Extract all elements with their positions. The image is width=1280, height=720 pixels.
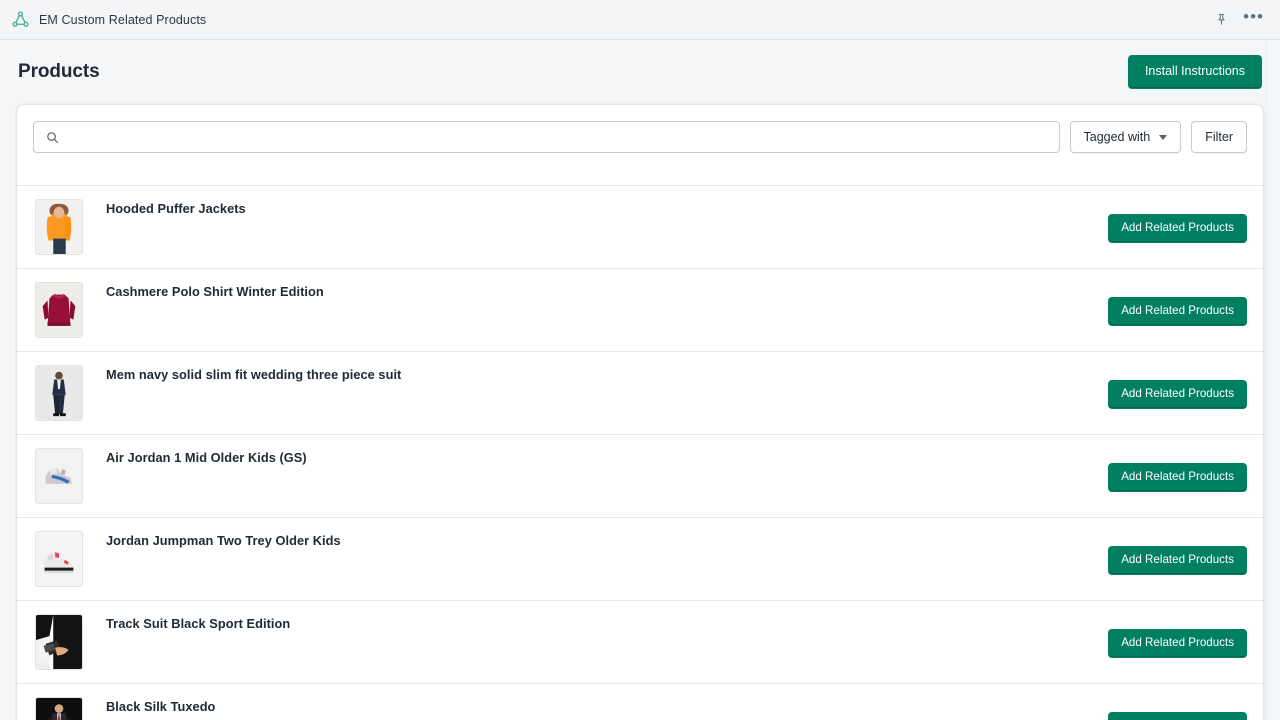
product-thumbnail: [35, 531, 83, 587]
product-name: Jordan Jumpman Two Trey Older Kids: [106, 533, 341, 548]
add-related-products-button[interactable]: Add Related Products: [1108, 463, 1247, 492]
filter-row: Tagged with Filter: [33, 121, 1247, 153]
product-thumbnail: [35, 448, 83, 504]
app-top-bar: EM Custom Related Products •••: [0, 0, 1280, 40]
table-row[interactable]: Black Silk Tuxedo Add Related Products: [17, 683, 1263, 720]
table-row[interactable]: Mem navy solid slim fit wedding three pi…: [17, 351, 1263, 434]
app-title: EM Custom Related Products: [39, 12, 207, 27]
table-row[interactable]: Hooded Puffer Jackets Add Related Produc…: [17, 185, 1263, 268]
table-row[interactable]: Air Jordan 1 Mid Older Kids (GS) Add Rel…: [17, 434, 1263, 517]
search-input[interactable]: [60, 122, 1049, 152]
product-name: Cashmere Polo Shirt Winter Edition: [106, 284, 324, 299]
product-name: Track Suit Black Sport Edition: [106, 616, 291, 631]
product-thumbnail: [35, 697, 83, 720]
add-related-products-button[interactable]: Add Related Products: [1108, 712, 1247, 720]
pin-icon[interactable]: [1214, 12, 1229, 27]
add-related-products-button[interactable]: Add Related Products: [1108, 380, 1247, 409]
table-row[interactable]: Cashmere Polo Shirt Winter Edition Add R…: [17, 268, 1263, 351]
row-action: Add Related Products: [1108, 626, 1247, 658]
page-title: Products: [18, 61, 100, 82]
product-thumbnail: [35, 199, 83, 255]
product-name: Black Silk Tuxedo: [106, 699, 216, 714]
install-instructions-button[interactable]: Install Instructions: [1127, 55, 1262, 89]
product-list: Hooded Puffer Jackets Add Related Produc…: [17, 185, 1263, 720]
search-field[interactable]: [33, 121, 1060, 153]
row-action: Add Related Products: [1108, 211, 1247, 243]
page-header-actions: Install Instructions: [1127, 55, 1262, 89]
row-action: Add Related Products: [1108, 709, 1247, 720]
chevron-down-icon: [1159, 134, 1168, 140]
product-name: Hooded Puffer Jackets: [106, 201, 246, 216]
add-related-products-button[interactable]: Add Related Products: [1108, 214, 1247, 243]
network-graph-icon: [10, 10, 30, 30]
products-card: Tagged with Filter Hooded Puffer Jackets…: [16, 104, 1264, 720]
product-name: Air Jordan 1 Mid Older Kids (GS): [106, 450, 307, 465]
page-container: Products Install Instructions Tagged wit…: [0, 40, 1280, 720]
product-thumbnail: [35, 282, 83, 338]
product-thumbnail: [35, 614, 83, 670]
add-related-products-button[interactable]: Add Related Products: [1108, 546, 1247, 575]
table-row[interactable]: Track Suit Black Sport Edition Add Relat…: [17, 600, 1263, 683]
row-action: Add Related Products: [1108, 460, 1247, 492]
search-icon: [44, 129, 60, 145]
filter-button[interactable]: Filter: [1191, 121, 1247, 153]
add-related-products-button[interactable]: Add Related Products: [1108, 629, 1247, 658]
page-header: Products Install Instructions: [16, 40, 1264, 104]
filter-section: Tagged with Filter: [17, 105, 1263, 185]
tagged-with-dropdown[interactable]: Tagged with: [1069, 121, 1182, 153]
filter-label: Filter: [1205, 130, 1233, 144]
add-related-products-button[interactable]: Add Related Products: [1108, 297, 1247, 326]
tagged-with-label: Tagged with: [1083, 130, 1151, 144]
page-scrollbar[interactable]: [1266, 40, 1280, 720]
table-row[interactable]: Jordan Jumpman Two Trey Older Kids Add R…: [17, 517, 1263, 600]
row-action: Add Related Products: [1108, 543, 1247, 575]
top-bar-left: EM Custom Related Products: [10, 10, 206, 30]
product-thumbnail: [35, 365, 83, 421]
more-options-icon[interactable]: •••: [1243, 8, 1264, 27]
row-action: Add Related Products: [1108, 294, 1247, 326]
product-name: Mem navy solid slim fit wedding three pi…: [106, 367, 402, 382]
top-bar-right: •••: [1214, 8, 1268, 27]
row-action: Add Related Products: [1108, 377, 1247, 409]
